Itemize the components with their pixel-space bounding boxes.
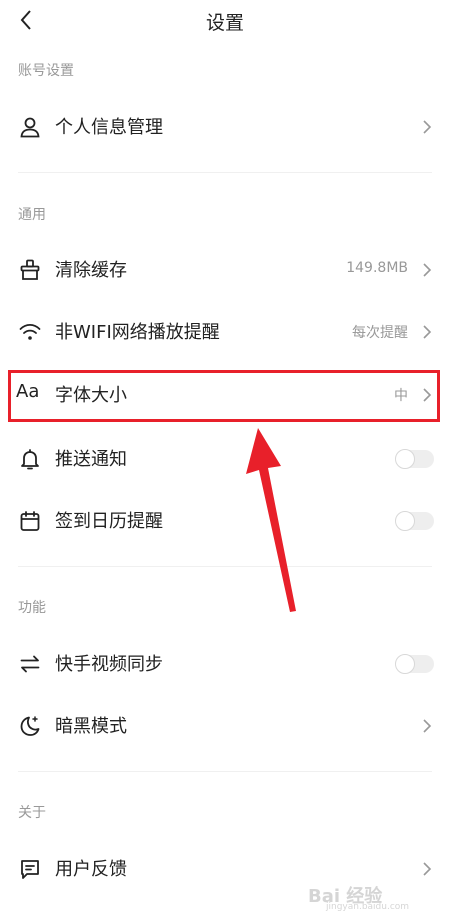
watermark-logo: Bai 经验 jingyan.baidu.com [308,878,438,914]
watermark-subtext: jingyan.baidu.com [326,902,410,912]
annotation-arrow-icon [246,428,296,612]
